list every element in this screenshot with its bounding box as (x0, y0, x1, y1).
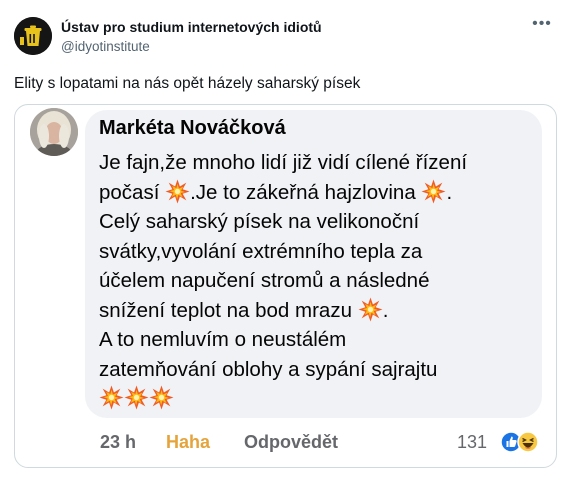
reaction-icons[interactable] (500, 430, 548, 454)
commenter-photo-icon (30, 108, 78, 156)
comment-body: Je fajn,že mnoho lidí již vidí cílené ří… (99, 148, 539, 414)
comment-line-text: . (382, 298, 389, 322)
comment-line-text: účelem napučení stromů a následné (99, 269, 430, 292)
comment-line: Celý saharský písek na velikonoční (99, 207, 539, 237)
comment-line: svátky,vyvolání extrémního tepla za (99, 237, 539, 267)
comment-line-text: .Je to zákeřná hajzlovina (190, 180, 422, 204)
tweet: Ústav pro studium internetových idiotů @… (0, 0, 571, 480)
comment-line-text: A to nemluvím o neustálém (99, 328, 347, 351)
collision-emoji-icon (99, 385, 124, 410)
haha-reaction-icon (517, 431, 539, 453)
comment-line: zatemňování oblohy a sypání sajrajtu (99, 355, 539, 385)
author-name[interactable]: Ústav pro studium internetových idiotů (61, 19, 322, 35)
comment-line-text: zatemňování oblohy a sypání sajrajtu (99, 357, 438, 381)
comment-line-text: Je fajn,že mnoho lidí již vidí cílené ří… (99, 151, 468, 174)
comment-line (99, 384, 539, 414)
reply-button[interactable]: Odpovědět (244, 432, 338, 453)
comment-line-text: Celý saharský písek na velikonoční (99, 210, 420, 233)
comment-line-text: . (446, 180, 453, 204)
comment-line-text: snížení teplot na bod mrazu (99, 298, 358, 322)
comment-line: účelem napučení stromů a následné (99, 266, 539, 296)
comment-line: počasí .Je to zákeřná hajzlovina . (99, 178, 539, 208)
author-handle[interactable]: @idyotinstitute (61, 39, 150, 54)
comment-line: Je fajn,že mnoho lidí již vidí cílené ří… (99, 148, 539, 178)
collision-emoji-icon (358, 297, 383, 322)
tweet-text: Elity s lopatami na nás opět házely saha… (14, 75, 361, 92)
comment-line: A to nemluvím o neustálém (99, 325, 539, 355)
comment-line-text: svátky,vyvolání extrémního tepla za (99, 239, 423, 263)
commenter-name[interactable]: Markéta Nováčková (99, 117, 286, 140)
collision-emoji-icon (421, 179, 446, 204)
reaction-count[interactable]: 131 (457, 432, 487, 453)
collision-emoji-icon (149, 385, 174, 410)
collision-emoji-icon (124, 385, 149, 410)
comment-line-text: počasí (99, 180, 166, 204)
commenter-avatar (30, 108, 78, 156)
collision-emoji-icon (165, 179, 190, 204)
profile-avatar[interactable] (14, 17, 52, 55)
more-dots-icon[interactable]: ••• (528, 14, 556, 34)
comment-timestamp[interactable]: 23 h (100, 432, 136, 453)
comment-line: snížení teplot na bod mrazu . (99, 296, 539, 326)
haha-reaction-button[interactable]: Haha (166, 432, 210, 453)
trash-bin-logo-icon (14, 17, 52, 55)
